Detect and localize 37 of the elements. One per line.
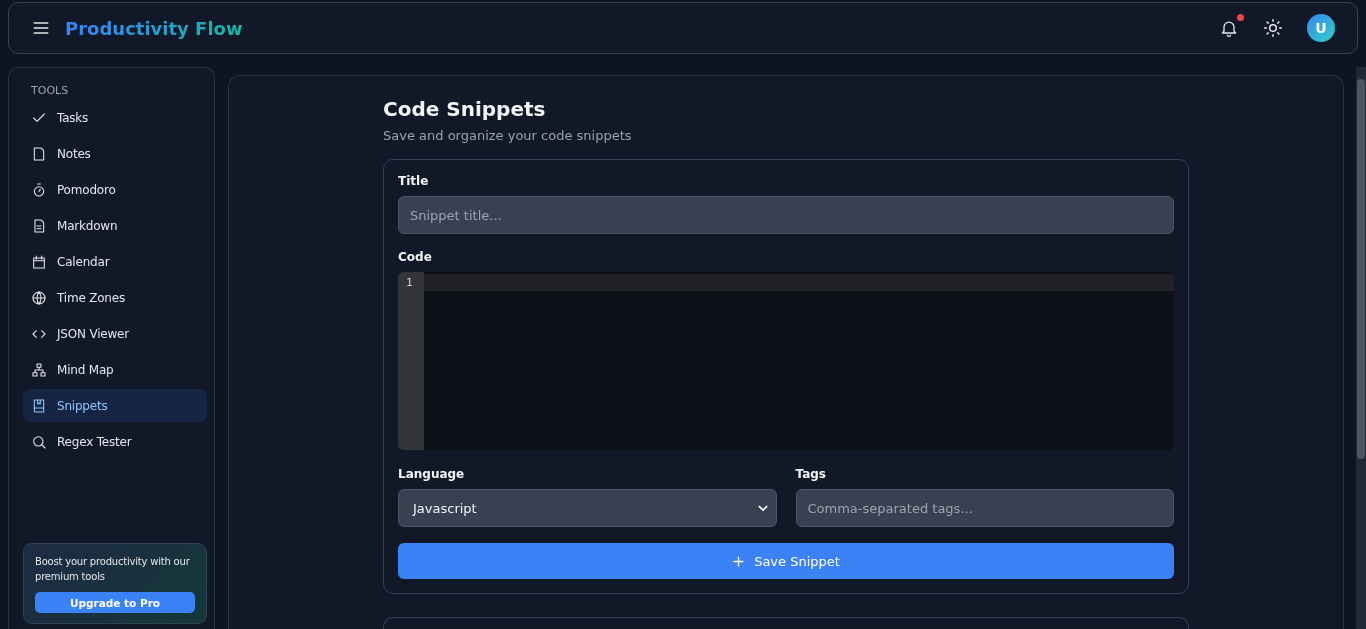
promo-text: Boost your productivity with our premium tools (35, 555, 191, 584)
sidebar-item[interactable]: Calendar (23, 245, 207, 278)
code-editor[interactable]: 1 (398, 272, 1174, 450)
page-subtitle: Save and organize your code snippets (383, 128, 633, 143)
sidebar-item[interactable]: Regex Tester (23, 425, 207, 458)
upgrade-button[interactable]: Upgrade to Pro (35, 592, 195, 613)
chevron-icon (757, 504, 768, 512)
title-field[interactable]: Snippet title... (398, 196, 1174, 234)
field-label: Language (398, 467, 466, 481)
hierarchy-icon (31, 361, 47, 378)
field-label: Title (398, 174, 430, 188)
tags-field[interactable]: Comma-separated tags... (795, 489, 1174, 527)
sidebar-item[interactable]: Snippets (23, 389, 207, 422)
line-number: 1 (405, 275, 414, 290)
sidebar-item[interactable]: Markdown (23, 209, 207, 242)
plus-icon (732, 554, 746, 568)
stopwatch-icon (31, 181, 47, 198)
scrollbar[interactable] (1356, 67, 1366, 629)
sidebar-item[interactable]: Tasks (23, 101, 207, 134)
note-icon (31, 145, 47, 162)
sidebar-item[interactable]: JSON Viewer (23, 317, 207, 350)
language-dropdown[interactable]: Javascript (398, 489, 777, 527)
save-button[interactable]: Save Snippet (398, 543, 1174, 579)
sidebar-item[interactable]: Mind Map (23, 353, 207, 386)
sidebar-item[interactable]: Notes (23, 137, 207, 170)
book-icon (31, 397, 47, 414)
document-icon (31, 217, 47, 234)
calendar-icon (31, 253, 47, 270)
field-label: Tags (795, 467, 827, 481)
globe-icon (31, 289, 47, 306)
search-icon (31, 433, 47, 450)
section-heading: TOOLS (30, 84, 70, 99)
field-label: Code (398, 250, 433, 264)
sidebar-item[interactable]: Time Zones (23, 281, 207, 314)
sun-icon[interactable] (1263, 18, 1283, 38)
page-title: Code Snippets (383, 96, 547, 122)
sidebar-item[interactable]: Pomodoro (23, 173, 207, 206)
